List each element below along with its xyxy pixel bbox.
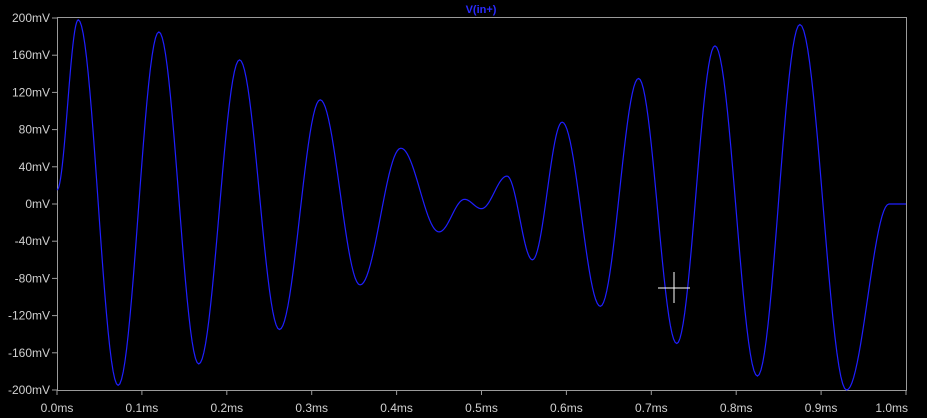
y-tick-label: -120mV xyxy=(8,309,50,323)
x-tick-label: 1.0ms xyxy=(875,401,908,415)
y-tick-label: -80mV xyxy=(15,271,50,285)
x-tick-label: 0.5ms xyxy=(465,401,498,415)
y-tick-label: 80mV xyxy=(19,123,50,137)
x-tick-label: 0.2ms xyxy=(210,401,243,415)
x-tick-label: 0.9ms xyxy=(805,401,838,415)
x-tick-label: 0.0ms xyxy=(41,401,74,415)
y-tick-label: 160mV xyxy=(12,48,50,62)
waveform-plot: V(in+) 200mV 160mV 120mV 80mV 40mV 0mV -40mV -8… xyxy=(0,0,927,418)
y-tick-label: 120mV xyxy=(12,85,50,99)
y-tick-label: 0mV xyxy=(25,197,50,211)
y-tick-label: 40mV xyxy=(19,160,50,174)
trace-title[interactable]: V(in+) xyxy=(466,4,497,16)
x-tick-label: 0.3ms xyxy=(295,401,328,415)
y-tick-label: -40mV xyxy=(15,234,50,248)
x-tick-label: 0.6ms xyxy=(550,401,583,415)
x-tick-label: 0.4ms xyxy=(380,401,413,415)
x-tick-label: 0.1ms xyxy=(126,401,159,415)
y-tick-label: 200mV xyxy=(12,11,50,25)
x-tick-label: 0.8ms xyxy=(720,401,753,415)
y-tick-label: -160mV xyxy=(8,346,50,360)
x-tick-label: 0.7ms xyxy=(635,401,668,415)
y-tick-label: -200mV xyxy=(8,383,50,397)
